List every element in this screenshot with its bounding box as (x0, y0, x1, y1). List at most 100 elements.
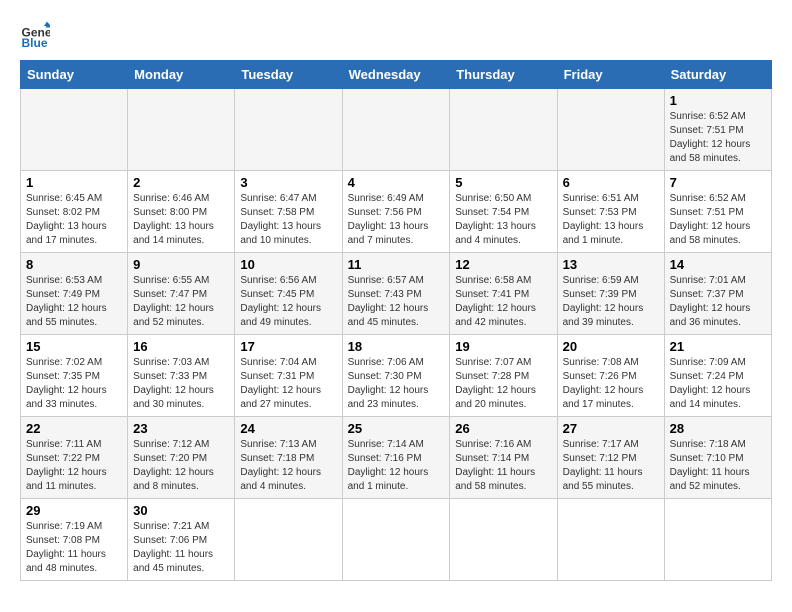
day-info: Sunrise: 6:51 AMSunset: 7:53 PMDaylight:… (563, 193, 644, 246)
day-number: 22 (26, 421, 122, 436)
day-number: 25 (348, 421, 445, 436)
day-number: 9 (133, 257, 229, 272)
calendar-cell: 25 Sunrise: 7:14 AMSunset: 7:16 PMDayligh… (342, 417, 450, 499)
calendar-cell: 5Sunrise: 6:50 AMSunset: 7:54 PMDaylight… (450, 171, 557, 253)
calendar-cell: 1 Sunrise: 6:45 AMSunset: 8:02 PMDaylight… (21, 171, 128, 253)
calendar-cell (557, 89, 664, 171)
day-info: Sunrise: 6:59 AMSunset: 7:39 PMDaylight:… (563, 275, 644, 328)
day-number: 7 (670, 175, 766, 190)
calendar-cell: 1 Sunrise: 6:52 AMSunset: 7:51 PMDaylight… (664, 89, 771, 171)
calendar-cell: 24 Sunrise: 7:13 AMSunset: 7:18 PMDayligh… (235, 417, 342, 499)
calendar-cell: 21 Sunrise: 7:09 AMSunset: 7:24 PMDayligh… (664, 335, 771, 417)
calendar-cell: 26 Sunrise: 7:16 AMSunset: 7:14 PMDayligh… (450, 417, 557, 499)
day-info: Sunrise: 7:06 AMSunset: 7:30 PMDaylight:… (348, 357, 429, 410)
calendar-cell: 8Sunrise: 6:53 AMSunset: 7:49 PMDaylight… (21, 253, 128, 335)
calendar-cell (235, 499, 342, 581)
page-header: General Blue (20, 20, 772, 50)
calendar-cell (342, 89, 450, 171)
calendar-cell: 4 Sunrise: 6:49 AMSunset: 7:56 PMDaylight… (342, 171, 450, 253)
day-info: Sunrise: 6:53 AMSunset: 7:49 PMDaylight:… (26, 275, 107, 328)
calendar-cell: 14 Sunrise: 7:01 AMSunset: 7:37 PMDayligh… (664, 253, 771, 335)
day-info: Sunrise: 7:11 AMSunset: 7:22 PMDaylight:… (26, 439, 107, 492)
day-info: Sunrise: 6:46 AMSunset: 8:00 PMDaylight:… (133, 193, 214, 246)
calendar-cell: 23 Sunrise: 7:12 AMSunset: 7:20 PMDayligh… (128, 417, 235, 499)
calendar-cell: 18 Sunrise: 7:06 AMSunset: 7:30 PMDayligh… (342, 335, 450, 417)
day-info: Sunrise: 6:55 AMSunset: 7:47 PMDaylight:… (133, 275, 214, 328)
calendar-cell: 15 Sunrise: 7:02 AMSunset: 7:35 PMDayligh… (21, 335, 128, 417)
day-info: Sunrise: 7:01 AMSunset: 7:37 PMDaylight:… (670, 275, 751, 328)
calendar-cell: 7 Sunrise: 6:52 AMSunset: 7:51 PMDaylight… (664, 171, 771, 253)
day-info: Sunrise: 6:56 AMSunset: 7:45 PMDaylight:… (240, 275, 321, 328)
day-info: Sunrise: 7:14 AMSunset: 7:16 PMDaylight:… (348, 439, 429, 492)
logo-icon: General Blue (20, 20, 50, 50)
calendar-cell: 28 Sunrise: 7:18 AMSunset: 7:10 PMDayligh… (664, 417, 771, 499)
calendar-cell: 27Sunrise: 7:17 AMSunset: 7:12 PMDayligh… (557, 417, 664, 499)
day-number: 14 (670, 257, 766, 272)
day-number: 26 (455, 421, 551, 436)
calendar-cell (450, 499, 557, 581)
calendar-cell: 20 Sunrise: 7:08 AMSunset: 7:26 PMDayligh… (557, 335, 664, 417)
day-number: 27 (563, 421, 659, 436)
day-number: 17 (240, 339, 336, 354)
day-number: 1 (670, 93, 766, 108)
calendar-cell: 12Sunrise: 6:58 AMSunset: 7:41 PMDayligh… (450, 253, 557, 335)
day-number: 23 (133, 421, 229, 436)
calendar-cell: 17Sunrise: 7:04 AMSunset: 7:31 PMDayligh… (235, 335, 342, 417)
day-number: 6 (563, 175, 659, 190)
day-number: 13 (563, 257, 659, 272)
day-info: Sunrise: 6:49 AMSunset: 7:56 PMDaylight:… (348, 193, 429, 246)
day-number: 15 (26, 339, 122, 354)
col-header-tuesday: Tuesday (235, 61, 342, 89)
day-number: 16 (133, 339, 229, 354)
day-number: 18 (348, 339, 445, 354)
day-info: Sunrise: 7:07 AMSunset: 7:28 PMDaylight:… (455, 357, 536, 410)
calendar-cell (235, 89, 342, 171)
col-header-sunday: Sunday (21, 61, 128, 89)
day-info: Sunrise: 7:08 AMSunset: 7:26 PMDaylight:… (563, 357, 644, 410)
calendar-cell: 30 Sunrise: 7:21 AMSunset: 7:06 PMDayligh… (128, 499, 235, 581)
col-header-wednesday: Wednesday (342, 61, 450, 89)
col-header-friday: Friday (557, 61, 664, 89)
calendar-cell (664, 499, 771, 581)
day-number: 29 (26, 503, 122, 518)
calendar-cell: 22 Sunrise: 7:11 AMSunset: 7:22 PMDayligh… (21, 417, 128, 499)
day-info: Sunrise: 7:03 AMSunset: 7:33 PMDaylight:… (133, 357, 214, 410)
calendar-cell: 13 Sunrise: 6:59 AMSunset: 7:39 PMDayligh… (557, 253, 664, 335)
col-header-saturday: Saturday (664, 61, 771, 89)
day-info: Sunrise: 7:09 AMSunset: 7:24 PMDaylight:… (670, 357, 751, 410)
day-info: Sunrise: 6:50 AMSunset: 7:54 PMDaylight:… (455, 193, 536, 246)
day-number: 24 (240, 421, 336, 436)
day-number: 30 (133, 503, 229, 518)
day-info: Sunrise: 6:45 AMSunset: 8:02 PMDaylight:… (26, 193, 107, 246)
day-number: 3 (240, 175, 336, 190)
calendar-cell: 2 Sunrise: 6:46 AMSunset: 8:00 PMDaylight… (128, 171, 235, 253)
calendar-cell: 29 Sunrise: 7:19 AMSunset: 7:08 PMDayligh… (21, 499, 128, 581)
day-info: Sunrise: 7:13 AMSunset: 7:18 PMDaylight:… (240, 439, 321, 492)
day-number: 10 (240, 257, 336, 272)
calendar-cell (21, 89, 128, 171)
calendar-cell: 9 Sunrise: 6:55 AMSunset: 7:47 PMDaylight… (128, 253, 235, 335)
calendar-cell (450, 89, 557, 171)
calendar-cell: 11Sunrise: 6:57 AMSunset: 7:43 PMDayligh… (342, 253, 450, 335)
day-info: Sunrise: 7:19 AMSunset: 7:08 PMDaylight:… (26, 521, 106, 574)
day-number: 4 (348, 175, 445, 190)
day-info: Sunrise: 6:52 AMSunset: 7:51 PMDaylight:… (670, 193, 751, 246)
day-number: 12 (455, 257, 551, 272)
day-info: Sunrise: 6:52 AMSunset: 7:51 PMDaylight:… (670, 111, 751, 164)
col-header-monday: Monday (128, 61, 235, 89)
day-number: 1 (26, 175, 122, 190)
day-info: Sunrise: 7:16 AMSunset: 7:14 PMDaylight:… (455, 439, 535, 492)
day-number: 2 (133, 175, 229, 190)
day-number: 21 (670, 339, 766, 354)
col-header-thursday: Thursday (450, 61, 557, 89)
calendar-cell: 19Sunrise: 7:07 AMSunset: 7:28 PMDayligh… (450, 335, 557, 417)
calendar-cell (342, 499, 450, 581)
logo: General Blue (20, 20, 54, 50)
day-info: Sunrise: 7:18 AMSunset: 7:10 PMDaylight:… (670, 439, 750, 492)
day-number: 28 (670, 421, 766, 436)
day-number: 11 (348, 257, 445, 272)
day-info: Sunrise: 7:21 AMSunset: 7:06 PMDaylight:… (133, 521, 213, 574)
day-number: 20 (563, 339, 659, 354)
day-info: Sunrise: 7:02 AMSunset: 7:35 PMDaylight:… (26, 357, 107, 410)
day-info: Sunrise: 7:12 AMSunset: 7:20 PMDaylight:… (133, 439, 214, 492)
